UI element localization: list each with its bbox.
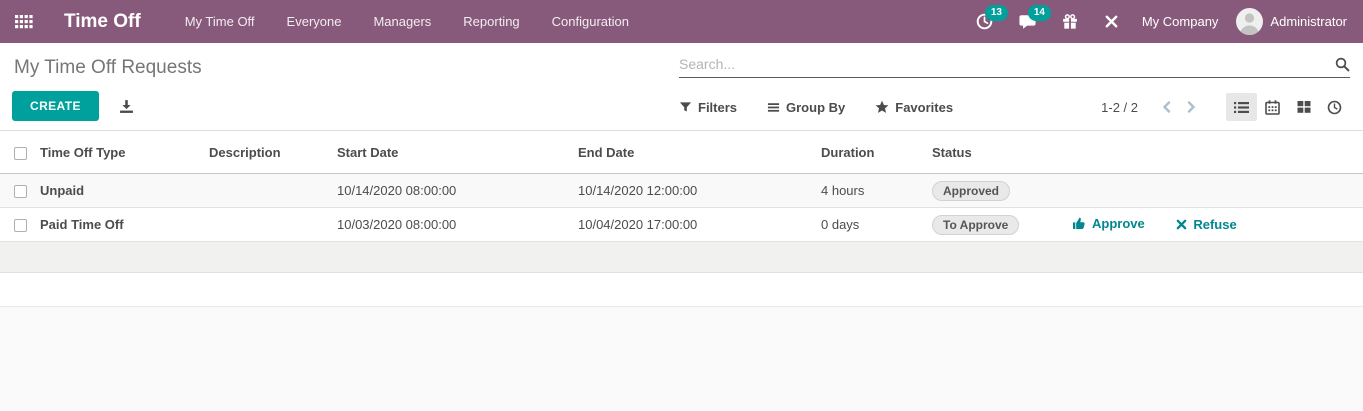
pager-previous-button[interactable] xyxy=(1154,98,1179,116)
activity-view-button[interactable] xyxy=(1319,93,1350,121)
apps-menu-icon[interactable] xyxy=(0,0,48,43)
kanban-view-icon xyxy=(1297,101,1310,113)
column-header-type[interactable]: Time Off Type xyxy=(40,131,209,174)
gift-button[interactable] xyxy=(1049,0,1091,43)
cell-description xyxy=(209,174,337,208)
table-header-row: Time Off Type Description Start Date End… xyxy=(0,130,1363,174)
x-mark-icon xyxy=(1177,219,1187,230)
calendar-view-button[interactable] xyxy=(1257,93,1288,121)
chevron-right-icon xyxy=(1187,101,1196,113)
favorites-button[interactable]: Favorites xyxy=(875,100,953,115)
column-header-start-date[interactable]: Start Date xyxy=(337,131,578,174)
gift-icon xyxy=(1062,13,1077,29)
approve-button[interactable]: Approve xyxy=(1072,216,1145,231)
column-header-description[interactable]: Description xyxy=(209,131,337,174)
pager-range: 1-2 / 2 xyxy=(1101,99,1138,115)
column-header-status[interactable]: Status xyxy=(932,131,1072,174)
column-header-end-date[interactable]: End Date xyxy=(578,131,821,174)
avatar xyxy=(1236,8,1264,35)
favorites-star-icon xyxy=(875,100,889,113)
cell-duration: 0 days xyxy=(821,217,860,232)
list-view-icon xyxy=(1234,101,1249,113)
control-panel: My Time Off Requests CREATE Search... Fi… xyxy=(0,43,1363,130)
messages-button[interactable]: 14 xyxy=(1006,0,1051,43)
search-input[interactable] xyxy=(679,56,1335,72)
calendar-view-icon xyxy=(1265,99,1280,115)
tools-button[interactable] xyxy=(1091,0,1132,43)
download-icon xyxy=(119,99,133,113)
status-badge: Approved xyxy=(932,180,1011,201)
cell-start-date: 10/14/2020 08:00:00 xyxy=(337,183,457,198)
app-title[interactable]: Time Off xyxy=(64,11,141,33)
kanban-view-button[interactable] xyxy=(1288,93,1319,121)
menu-item-managers[interactable]: Managers xyxy=(357,0,447,43)
top-navbar: Time Off My Time Off Everyone Managers R… xyxy=(0,0,1363,43)
group-by-bars-icon xyxy=(767,102,780,112)
search-icon[interactable] xyxy=(1335,57,1350,72)
select-all-checkbox[interactable] xyxy=(14,146,27,160)
row-checkbox[interactable] xyxy=(14,219,27,233)
filter-funnel-icon xyxy=(679,101,692,111)
search-bar xyxy=(679,51,1350,78)
view-switcher xyxy=(1226,93,1350,121)
list-view-button[interactable] xyxy=(1226,93,1257,121)
activity-count-badge: 13 xyxy=(984,5,1008,21)
main-menu: My Time Off Everyone Managers Reporting … xyxy=(169,0,645,43)
export-download-button[interactable] xyxy=(119,99,134,114)
table-row[interactable]: Paid Time Off 10/03/2020 08:00:00 10/04/… xyxy=(0,208,1363,242)
refuse-button[interactable]: Refuse xyxy=(1176,217,1237,232)
cell-start-date: 10/03/2020 08:00:00 xyxy=(337,217,457,232)
group-by-button[interactable]: Group By xyxy=(767,100,845,115)
user-name: Administrator xyxy=(1270,14,1347,29)
time-off-list: Time Off Type Description Start Date End… xyxy=(0,130,1363,242)
create-button[interactable]: CREATE xyxy=(12,91,99,121)
chevron-left-icon xyxy=(1162,101,1171,113)
cell-end-date: 10/14/2020 12:00:00 xyxy=(578,183,698,198)
apps-grid-icon xyxy=(15,14,33,28)
menu-item-configuration[interactable]: Configuration xyxy=(536,0,645,43)
page-background xyxy=(0,306,1363,410)
content-gap xyxy=(0,273,1363,306)
cell-duration: 4 hours xyxy=(821,183,865,198)
activities-button[interactable]: 13 xyxy=(963,0,1008,43)
menu-item-reporting[interactable]: Reporting xyxy=(447,0,535,43)
column-header-duration[interactable]: Duration xyxy=(821,131,932,174)
message-count-badge: 14 xyxy=(1027,5,1051,21)
company-switcher[interactable]: My Company xyxy=(1142,14,1219,29)
avatar-person-icon xyxy=(1239,13,1260,35)
cell-type: Unpaid xyxy=(40,183,85,198)
pager-next-button[interactable] xyxy=(1179,98,1204,116)
navbar-systray: 13 14 My Company Administrator xyxy=(963,0,1347,43)
clock-view-icon xyxy=(1327,100,1342,114)
cell-description xyxy=(209,208,337,242)
table-row[interactable]: Unpaid 10/14/2020 08:00:00 10/14/2020 12… xyxy=(0,173,1363,208)
status-badge: To Approve xyxy=(932,214,1020,235)
tools-icon xyxy=(1105,15,1118,28)
thumbs-up-icon xyxy=(1073,217,1085,230)
table-footer-band xyxy=(0,242,1363,273)
menu-item-my-time-off[interactable]: My Time Off xyxy=(169,0,271,43)
user-menu[interactable]: Administrator xyxy=(1236,8,1347,35)
cell-type: Paid Time Off xyxy=(40,217,124,232)
menu-item-everyone[interactable]: Everyone xyxy=(271,0,358,43)
filters-button[interactable]: Filters xyxy=(679,100,737,115)
pager: 1-2 / 2 xyxy=(1101,98,1204,116)
cell-end-date: 10/04/2020 17:00:00 xyxy=(578,217,698,232)
row-checkbox[interactable] xyxy=(14,185,27,199)
